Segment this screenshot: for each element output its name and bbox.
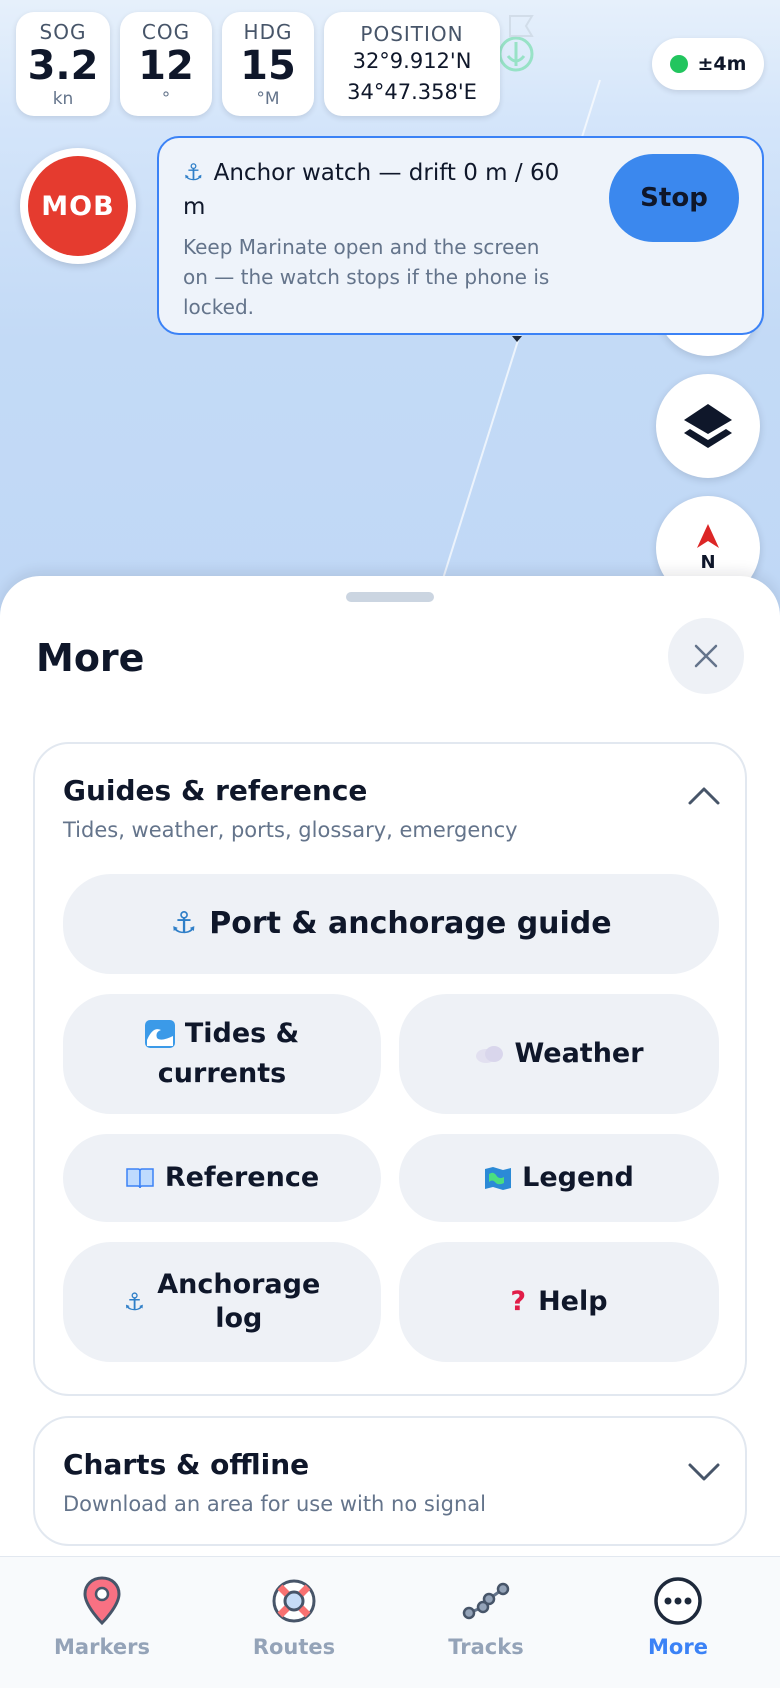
map-pin-icon [83, 1576, 121, 1626]
tides-currents-label: Tides & currents [144, 1017, 299, 1091]
compass-north-label: N [700, 551, 716, 573]
cloud-icon [476, 1046, 504, 1063]
anchor-icon: ⚓ [123, 1288, 146, 1316]
cog-unit: ° [161, 89, 171, 109]
sheet-title: More [36, 636, 145, 680]
chevron-down-icon[interactable] [687, 1462, 721, 1484]
guides-section-subtitle: Tides, weather, ports, glossary, emergen… [63, 818, 518, 842]
layers-button[interactable] [656, 374, 760, 478]
map-icon [485, 1167, 512, 1190]
hdg-value: 15 [240, 43, 296, 89]
port-anchorage-guide-label: Port & anchorage guide [209, 906, 612, 941]
question-icon: ? [510, 1286, 527, 1317]
tides-currents-button[interactable]: Tides & currents [63, 994, 381, 1114]
tab-routes[interactable]: Routes [214, 1571, 374, 1671]
lifebuoy-icon [272, 1579, 316, 1623]
close-button[interactable] [668, 618, 744, 694]
close-icon [694, 644, 718, 668]
position-lon: 34°47.358'E [347, 80, 477, 104]
gps-accuracy-value: ±4m [697, 53, 747, 75]
mob-button[interactable]: MOB [20, 148, 136, 264]
gps-accuracy-badge[interactable]: ±4m [652, 38, 764, 90]
sog-readout: SOG 3.2 kn [16, 12, 110, 116]
book-icon [126, 1168, 154, 1189]
chevron-up-icon[interactable] [687, 784, 721, 806]
stop-anchor-watch-button[interactable]: Stop [609, 154, 739, 242]
gps-status-dot [669, 55, 688, 73]
bottom-tab-bar: Markers Routes Tracks More [0, 1556, 780, 1688]
charts-section-title: Charts & offline [63, 1448, 310, 1481]
charts-offline-section[interactable]: Charts & offline Download an area for us… [33, 1416, 747, 1546]
tab-more-label: More [648, 1635, 708, 1659]
sog-label: SOG [39, 20, 87, 44]
anchor-watch-description: Keep Marinate open and the screen on — t… [183, 235, 550, 319]
help-button[interactable]: ? Help [399, 1242, 719, 1362]
weather-button[interactable]: Weather [399, 994, 719, 1114]
reference-button[interactable]: Reference [63, 1134, 381, 1222]
anchorage-log-button[interactable]: ⚓ Anchorage log [63, 1242, 381, 1362]
cog-readout: COG 12 ° [120, 12, 212, 116]
legend-label: Legend [522, 1162, 634, 1193]
hdg-label: HDG [243, 20, 293, 44]
hdg-readout: HDG 15 °M [222, 12, 314, 116]
tab-tracks-label: Tracks [448, 1635, 524, 1659]
mob-label: MOB [28, 156, 128, 256]
anchor-watch-banner: ⚓ Anchor watch — drift 0 m / 60 m Keep Ma… [157, 136, 764, 335]
help-label: Help [538, 1286, 608, 1317]
port-anchorage-guide-button[interactable]: ⚓ Port & anchorage guide [63, 874, 719, 974]
tab-markers-label: Markers [54, 1635, 150, 1659]
position-label: POSITION [360, 22, 464, 46]
more-icon [654, 1577, 702, 1625]
position-lat: 32°9.912'N [352, 49, 472, 73]
anchor-icon: ⚓ [183, 160, 204, 186]
tab-more[interactable]: More [598, 1571, 758, 1671]
layers-icon [684, 404, 732, 448]
cog-value: 12 [138, 43, 194, 89]
sog-value: 3.2 [27, 43, 99, 89]
more-sheet: More Guides & reference Tides, weather, … [0, 576, 780, 1556]
position-readout[interactable]: POSITION 32°9.912'N 34°47.358'E [324, 12, 500, 116]
legend-button[interactable]: Legend [399, 1134, 719, 1222]
sog-unit: kn [52, 89, 74, 109]
anchor-marker-icon[interactable] [494, 12, 540, 76]
wave-icon [144, 1020, 175, 1048]
north-arrow-icon [697, 523, 719, 548]
tab-routes-label: Routes [252, 1635, 336, 1659]
hdg-unit: °M [256, 89, 280, 109]
track-icon [462, 1582, 510, 1620]
guides-section: Guides & reference Tides, weather, ports… [33, 742, 747, 1396]
sheet-grabber[interactable] [346, 592, 434, 602]
reference-label: Reference [164, 1162, 320, 1193]
tab-markers[interactable]: Markers [22, 1571, 182, 1671]
anchorage-log-label: Anchorage log [157, 1269, 321, 1334]
cog-label: COG [141, 20, 191, 44]
charts-section-subtitle: Download an area for use with no signal [63, 1492, 486, 1516]
tab-tracks[interactable]: Tracks [406, 1571, 566, 1671]
anchor-icon: ⚓ [170, 906, 198, 941]
anchor-watch-title: ⚓ Anchor watch — drift 0 m / 60 m [183, 160, 560, 220]
weather-label: Weather [514, 1038, 644, 1069]
guides-section-title[interactable]: Guides & reference [63, 774, 367, 807]
